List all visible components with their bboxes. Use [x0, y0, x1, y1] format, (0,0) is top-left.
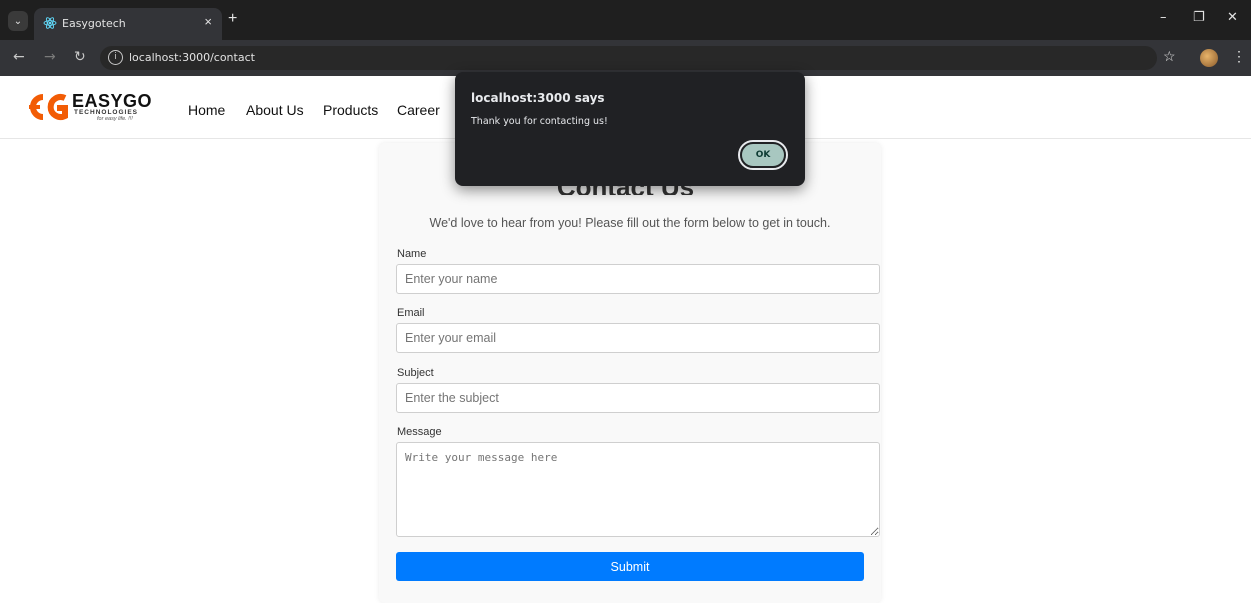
address-bar[interactable]: i localhost:3000/contact [100, 46, 1157, 70]
nav-home[interactable]: Home [188, 102, 225, 118]
subject-label: Subject [397, 367, 434, 379]
contact-intro: We'd love to hear from you! Please fill … [429, 216, 831, 230]
react-favicon-icon [43, 17, 57, 29]
forward-arrow-icon[interactable]: → [44, 49, 56, 65]
submit-button[interactable]: Submit [396, 552, 864, 581]
url-text[interactable]: localhost:3000/contact [129, 51, 255, 64]
site-info-icon[interactable]: i [108, 50, 123, 65]
reload-icon[interactable]: ↻ [74, 49, 86, 65]
tab-close-icon[interactable]: × [204, 14, 212, 29]
minimize-icon[interactable]: – [1160, 10, 1167, 25]
alert-ok-button[interactable]: OK [738, 140, 788, 170]
logo-tagline: for easy life. !!! [97, 116, 133, 122]
browser-tab-strip: ⌄ Easygotech × + – ❐ ✕ [0, 0, 1251, 40]
message-textarea[interactable] [396, 442, 880, 537]
easygo-logo-mark-icon [29, 94, 68, 120]
profile-avatar-icon[interactable] [1200, 49, 1218, 67]
tab-list-icon[interactable]: ⌄ [8, 11, 28, 31]
browser-tab[interactable]: Easygotech × [34, 8, 222, 40]
nav-about-us[interactable]: About Us [246, 102, 304, 118]
name-input[interactable] [396, 264, 880, 294]
message-label: Message [397, 426, 442, 438]
email-label: Email [397, 307, 425, 319]
alert-message: Thank you for contacting us! [471, 116, 608, 127]
nav-career[interactable]: Career [397, 102, 440, 118]
close-window-icon[interactable]: ✕ [1227, 10, 1238, 25]
subject-input[interactable] [396, 383, 880, 413]
restore-icon[interactable]: ❐ [1193, 10, 1205, 25]
alert-title: localhost:3000 says [471, 91, 605, 105]
email-input[interactable] [396, 323, 880, 353]
easygo-logo[interactable]: EASYGO TECHNOLOGIES for easy life. !!! [27, 90, 152, 126]
logo-subtitle: TECHNOLOGIES [74, 109, 139, 116]
back-arrow-icon[interactable]: ← [13, 49, 25, 65]
browser-toolbar: ← → ↻ i localhost:3000/contact ☆ ⋮ [0, 40, 1251, 76]
nav-products[interactable]: Products [323, 102, 378, 118]
browser-menu-icon[interactable]: ⋮ [1232, 48, 1246, 65]
new-tab-button[interactable]: + [228, 10, 237, 28]
alert-dialog: localhost:3000 says Thank you for contac… [455, 72, 805, 186]
bookmark-star-icon[interactable]: ☆ [1163, 48, 1176, 65]
tab-title: Easygotech [62, 17, 126, 30]
name-label: Name [397, 248, 427, 260]
